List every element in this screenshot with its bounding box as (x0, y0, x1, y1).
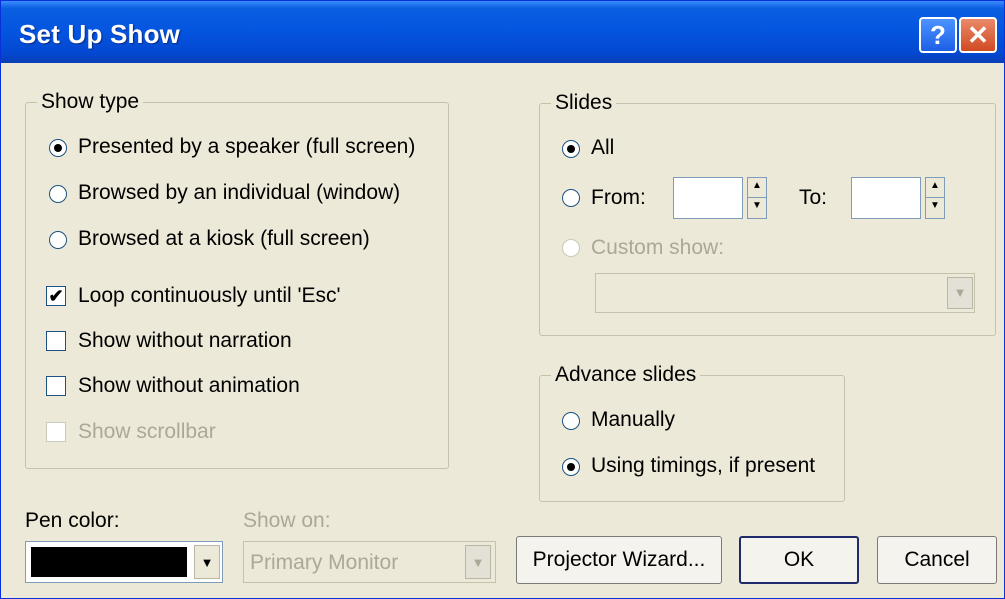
advance-slides-group (539, 375, 845, 502)
projector-wizard-button[interactable]: Projector Wizard... (516, 536, 722, 584)
label-show-scrollbar: Show scrollbar (78, 420, 216, 443)
checkbox-loop-continuously[interactable]: ✔ (46, 286, 66, 306)
show-on-dropdown-icon: ▼ (465, 545, 491, 579)
dialog-title: Set Up Show (19, 19, 181, 49)
label-loop-continuously[interactable]: Loop continuously until 'Esc' (78, 284, 341, 308)
close-button[interactable]: ✕ (959, 17, 997, 53)
show-on-value: Primary Monitor (250, 551, 399, 574)
from-spinner[interactable]: ▲ ▼ (747, 177, 767, 219)
radio-browsed-by-individual[interactable] (49, 185, 67, 203)
slides-legend: Slides (551, 91, 617, 115)
pen-color-label: Pen color: (25, 509, 120, 532)
checkbox-show-without-animation[interactable] (46, 376, 66, 396)
custom-show-select (595, 273, 975, 313)
help-button[interactable]: ? (919, 17, 957, 53)
label-slides-to: To: (799, 186, 828, 209)
radio-manually[interactable] (562, 412, 580, 430)
label-show-without-narration[interactable]: Show without narration (78, 329, 292, 353)
from-spin-down-icon[interactable]: ▼ (748, 198, 766, 218)
label-show-without-animation[interactable]: Show without animation (78, 374, 300, 398)
radio-custom-show (562, 239, 580, 257)
show-on-label: Show on: (243, 509, 331, 532)
label-browsed-at-kiosk[interactable]: Browsed at a kiosk (full screen) (78, 227, 370, 251)
to-input[interactable] (851, 177, 921, 219)
pen-color-swatch[interactable] (31, 547, 187, 577)
cancel-button[interactable]: Cancel (877, 536, 997, 584)
from-input[interactable] (673, 177, 743, 219)
checkbox-show-scrollbar (46, 422, 66, 442)
label-manually[interactable]: Manually (591, 408, 675, 432)
pen-color-dropdown-icon[interactable]: ▼ (194, 545, 220, 579)
radio-slides-all[interactable] (562, 140, 580, 158)
label-browsed-by-individual[interactable]: Browsed by an individual (window) (78, 181, 400, 205)
from-spin-up-icon[interactable]: ▲ (748, 178, 766, 198)
show-type-legend: Show type (37, 90, 144, 114)
set-up-show-dialog: Set Up Show ? ✕ Show type Presented by a… (0, 0, 1005, 599)
radio-browsed-at-kiosk[interactable] (49, 231, 67, 249)
title-bar[interactable]: Set Up Show ? ✕ (1, 1, 1004, 63)
label-using-timings[interactable]: Using timings, if present (591, 454, 815, 478)
radio-using-timings[interactable] (562, 458, 580, 476)
radio-slides-from[interactable] (562, 189, 580, 207)
ok-button[interactable]: OK (739, 536, 859, 584)
label-custom-show: Custom show: (591, 236, 725, 259)
advance-slides-legend: Advance slides (551, 363, 701, 387)
radio-presented-by-speaker[interactable] (49, 139, 67, 157)
custom-show-dropdown-icon: ▼ (947, 277, 973, 309)
label-slides-from[interactable]: From: (591, 186, 646, 210)
checkbox-show-without-narration[interactable] (46, 331, 66, 351)
label-slides-all[interactable]: All (591, 136, 614, 160)
to-spin-down-icon[interactable]: ▼ (926, 198, 944, 218)
to-spin-up-icon[interactable]: ▲ (926, 178, 944, 198)
label-presented-by-speaker[interactable]: Presented by a speaker (full screen) (78, 135, 415, 159)
to-spinner[interactable]: ▲ ▼ (925, 177, 945, 219)
